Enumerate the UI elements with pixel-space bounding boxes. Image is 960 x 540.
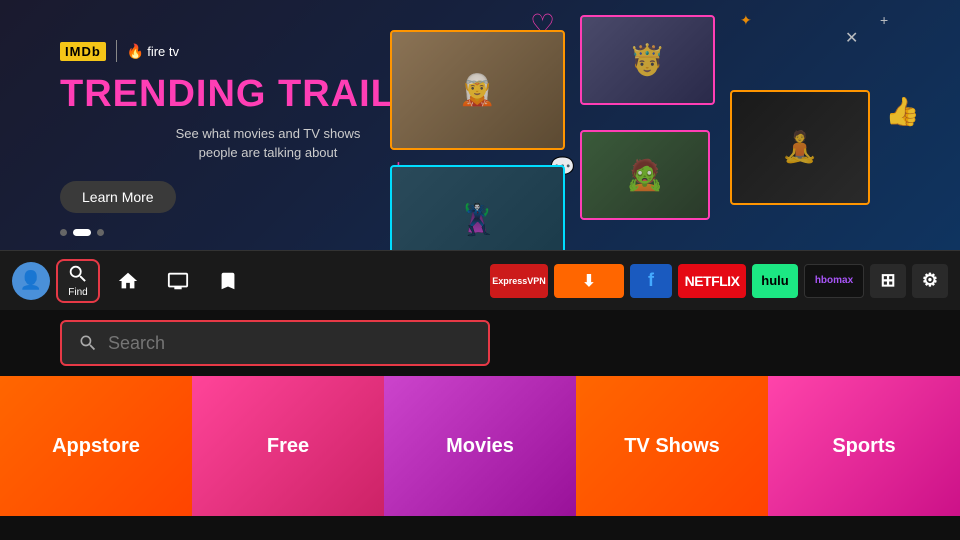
home-icon bbox=[117, 270, 139, 292]
livetv-nav-button[interactable] bbox=[156, 259, 200, 303]
thumb-figure-4: 🦹 bbox=[392, 167, 563, 250]
movie-thumb-1[interactable]: 🧝 bbox=[390, 30, 565, 150]
thumb-figure-5: 🧘 bbox=[732, 92, 868, 203]
category-free[interactable]: Free bbox=[192, 376, 384, 516]
thumb-figure-3: 🧟 bbox=[582, 132, 708, 218]
search-bar-icon bbox=[78, 333, 98, 353]
dot-3[interactable] bbox=[97, 229, 104, 236]
star-plus-icon: ✦ bbox=[740, 12, 752, 29]
find-label: Find bbox=[68, 287, 87, 298]
search-input[interactable] bbox=[108, 333, 472, 354]
category-appstore[interactable]: Appstore bbox=[0, 376, 192, 516]
dot-2[interactable] bbox=[73, 229, 91, 236]
netflix-app[interactable]: NETFLIX bbox=[678, 264, 746, 298]
blue-app[interactable]: f bbox=[630, 264, 672, 298]
dot-1[interactable] bbox=[60, 229, 67, 236]
learn-more-button[interactable]: Learn More bbox=[60, 181, 176, 213]
all-apps-button[interactable]: ⊞ bbox=[870, 264, 906, 298]
imdb-logo: IMDb bbox=[60, 42, 106, 61]
thumb-figure-1: 🧝 bbox=[392, 32, 563, 148]
plus-icon-2: + bbox=[880, 12, 888, 28]
search-bar-container[interactable] bbox=[60, 320, 490, 366]
hero-banner: IMDb 🔥 fire tv TRENDING TRAILERS See wha… bbox=[0, 0, 960, 250]
movie-thumb-3[interactable]: 🧟 bbox=[580, 130, 710, 220]
hero-thumbnails: ♡ ✦ 👍 💬 + + ✕ 🧝 🤴 🧟 🦹 🧘 bbox=[380, 0, 960, 250]
search-icon bbox=[67, 263, 89, 285]
downloader-app[interactable]: ⬇ bbox=[554, 264, 624, 298]
carousel-dots bbox=[60, 229, 104, 236]
hulu-app[interactable]: hulu bbox=[752, 264, 798, 298]
blue-app-icon: f bbox=[648, 270, 654, 291]
category-sports[interactable]: Sports bbox=[768, 376, 960, 516]
download-icon: ⬇ bbox=[582, 271, 595, 291]
hbomax-app[interactable]: hbomax bbox=[804, 264, 864, 298]
watchlist-nav-button[interactable] bbox=[206, 259, 250, 303]
firetv-logo: 🔥 fire tv bbox=[127, 43, 179, 60]
gear-icon: ⚙ bbox=[922, 270, 938, 291]
x-icon: ✕ bbox=[845, 28, 858, 48]
movie-thumb-2[interactable]: 🤴 bbox=[580, 15, 715, 105]
home-nav-button[interactable] bbox=[106, 259, 150, 303]
movie-thumb-4[interactable]: 🦹 bbox=[390, 165, 565, 250]
fire-icon: 🔥 bbox=[127, 43, 144, 60]
thumb-figure-2: 🤴 bbox=[582, 17, 713, 103]
search-section bbox=[0, 310, 960, 376]
navigation-bar: 👤 Find ExpressVPN ⬇ f bbox=[0, 250, 960, 310]
user-avatar[interactable]: 👤 bbox=[12, 262, 50, 300]
thumbup-icon: 👍 bbox=[885, 95, 920, 128]
tv-icon bbox=[167, 270, 189, 292]
expressvpn-app[interactable]: ExpressVPN bbox=[490, 264, 548, 298]
grid-icon: ⊞ bbox=[880, 270, 895, 291]
category-tiles-row: Appstore Free Movies TV Shows Sports bbox=[0, 376, 960, 516]
bookmark-icon bbox=[217, 270, 239, 292]
category-tvshows[interactable]: TV Shows bbox=[576, 376, 768, 516]
find-nav-button[interactable]: Find bbox=[56, 259, 100, 303]
movie-thumb-5[interactable]: 🧘 bbox=[730, 90, 870, 205]
app-icons-row: ExpressVPN ⬇ f NETFLIX hulu hbomax ⊞ ⚙ bbox=[490, 264, 948, 298]
category-movies[interactable]: Movies bbox=[384, 376, 576, 516]
settings-button[interactable]: ⚙ bbox=[912, 264, 948, 298]
logo-divider bbox=[116, 40, 117, 62]
